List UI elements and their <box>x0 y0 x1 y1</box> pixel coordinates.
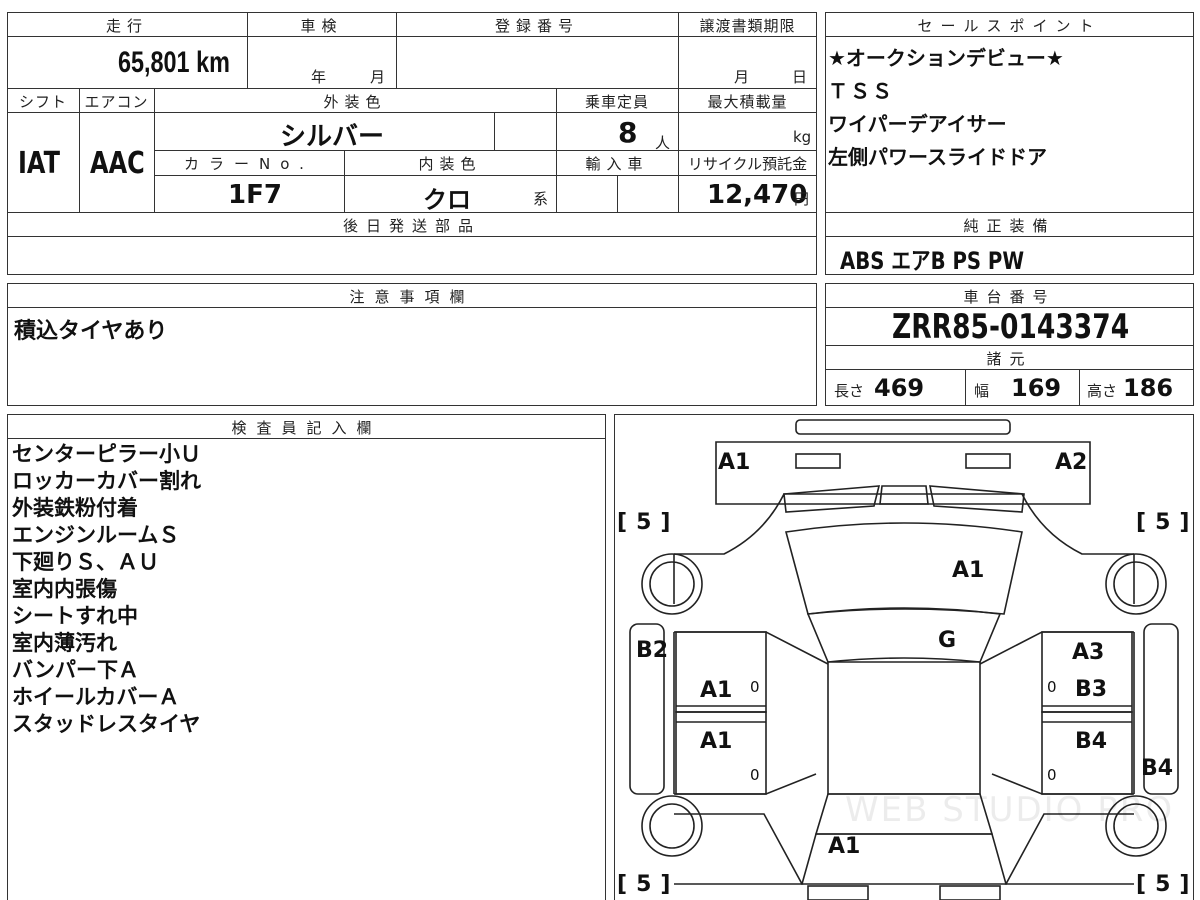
inspection-year-unit: 年 <box>311 68 327 86</box>
inspector-header: 検査員記入欄 <box>9 416 604 438</box>
sales-point-list: ★オークションデビュー★ ＴＳＳ ワイパーデアイサー 左側パワースライドドア <box>828 42 1064 174</box>
inspector-note: 下廻りＳ、ＡＵ <box>12 550 159 574</box>
color-no-value: 1F7 <box>228 180 282 210</box>
cautions-value: 積込タイヤあり <box>14 319 168 344</box>
shift-header: シフト <box>9 90 77 112</box>
door-zero-marker: 0 <box>1047 766 1057 784</box>
inspector-note: ロッカーカバー割れ <box>12 469 201 493</box>
width-label: 幅 <box>974 382 990 400</box>
capacity-value: 8 <box>618 116 638 149</box>
chassis-no-value: ZRR85-0143374 <box>892 307 1130 347</box>
registration-header: 登録番号 <box>398 14 676 36</box>
standard-equipment-header: 純正装備 <box>827 214 1192 236</box>
mileage-value: 65,801 km <box>118 46 230 79</box>
tire-score-value: 5 <box>1155 510 1174 535</box>
height-label: 高さ <box>1087 382 1118 400</box>
inspector-notes-list: センターピラー小Ｕ ロッカーカバー割れ 外装鉄粉付着 エンジンルームＳ 下廻りＳ… <box>12 441 201 738</box>
damage-front-right: A2 <box>1055 450 1088 475</box>
deadline-month-unit: 月 <box>734 68 750 86</box>
door-zero-marker: 0 <box>750 678 760 696</box>
height-value: 186 <box>1123 374 1174 402</box>
damage-hood: A1 <box>952 558 985 583</box>
recycle-fee-value: 12,470 <box>707 180 808 210</box>
color-no-header: カラーNo. <box>156 152 342 174</box>
damage-rear: A1 <box>828 834 861 859</box>
tire-front-left-score: [5] <box>617 510 674 535</box>
door-zero-marker: 0 <box>750 766 760 784</box>
import-header: 輸入車 <box>558 152 676 174</box>
inspector-note: 室内内張傷 <box>12 577 117 601</box>
aircon-header: エアコン <box>81 90 152 112</box>
tire-rear-right-score: [5] <box>1136 872 1193 897</box>
damage-right-rear-door: B4 <box>1075 729 1108 754</box>
tire-front-right-score: [5] <box>1136 510 1193 535</box>
capacity-unit: 人 <box>655 134 671 152</box>
transfer-deadline-header: 譲渡書類期限 <box>680 14 815 36</box>
inspector-note: エンジンルームＳ <box>12 523 180 547</box>
damage-right-rear-pillar: B4 <box>1141 756 1174 781</box>
cautions-header: 注意事項欄 <box>9 285 815 307</box>
inspector-note: スタッドレスタイヤ <box>12 712 201 736</box>
tire-rear-left-score: [5] <box>617 872 674 897</box>
sales-point-item: 左側パワースライドドア <box>828 145 1047 169</box>
damage-right-front-door-b3: B3 <box>1075 677 1108 702</box>
tire-score-value: 5 <box>636 872 655 897</box>
tire-score-value: 5 <box>636 510 655 535</box>
damage-left-rear-door: A1 <box>700 729 733 754</box>
tire-score-value: 5 <box>1155 872 1174 897</box>
interior-color-header: 内装色 <box>346 152 554 174</box>
length-label: 長さ <box>834 382 865 400</box>
sales-point-item: ワイパーデアイサー <box>828 112 1007 136</box>
interior-kei-unit: 系 <box>533 190 549 208</box>
inspector-note: 外装鉄粉付着 <box>12 496 138 520</box>
inspector-note: 室内薄汚れ <box>12 631 117 655</box>
exterior-color-header: 外装色 <box>156 90 554 112</box>
inspector-note: シートすれ中 <box>12 604 138 628</box>
sales-point-item: ＴＳＳ <box>828 79 894 103</box>
damage-right-front-door-a3: A3 <box>1072 640 1105 665</box>
chassis-no-header: 車台番号 <box>827 285 1192 307</box>
length-value: 469 <box>874 374 925 402</box>
exterior-color-value: シルバー <box>280 122 385 152</box>
shift-value: IAT <box>18 146 61 181</box>
recycle-fee-yen-unit: 円 <box>794 190 810 208</box>
inspector-note: センターピラー小Ｕ <box>12 442 201 466</box>
interior-color-value: クロ <box>423 186 471 214</box>
max-load-header: 最大積載量 <box>680 90 815 112</box>
max-load-unit: kg <box>793 128 812 146</box>
spec-height: 高さ 186 <box>1087 374 1173 402</box>
sales-point-item: ★オークションデビュー★ <box>828 46 1064 70</box>
damage-front-left: A1 <box>718 450 751 475</box>
inspection-header: 車検 <box>249 14 394 36</box>
inspector-note: バンパー下Ａ <box>12 658 140 682</box>
mileage-header: 走行 <box>9 14 245 36</box>
damage-roof-glass: G <box>938 628 957 653</box>
inspector-note: ホイールカバーＡ <box>12 685 180 709</box>
capacity-header: 乗車定員 <box>558 90 676 112</box>
deadline-day-unit: 日 <box>792 68 808 86</box>
sales-point-header: セールスポイント <box>827 14 1192 36</box>
later-parts-header: 後日発送部品 <box>9 214 815 236</box>
recycle-fee-header: リサイクル預託金 <box>680 152 815 174</box>
damage-left-front-door: A1 <box>700 678 733 703</box>
width-value: 169 <box>1011 374 1062 402</box>
watermark-text: WEB STUDIO PRO <box>845 790 1175 830</box>
specs-header: 諸元 <box>827 347 1192 369</box>
inspection-month-unit: 月 <box>370 68 386 86</box>
aircon-value: AAC <box>90 146 145 181</box>
damage-left-pillar: B2 <box>636 638 669 663</box>
spec-width: 幅 169 <box>974 374 1061 402</box>
door-zero-marker: 0 <box>1047 678 1057 696</box>
spec-length: 長さ 469 <box>834 374 924 402</box>
standard-equipment-value: ABS エアB PS PW <box>840 247 1025 275</box>
